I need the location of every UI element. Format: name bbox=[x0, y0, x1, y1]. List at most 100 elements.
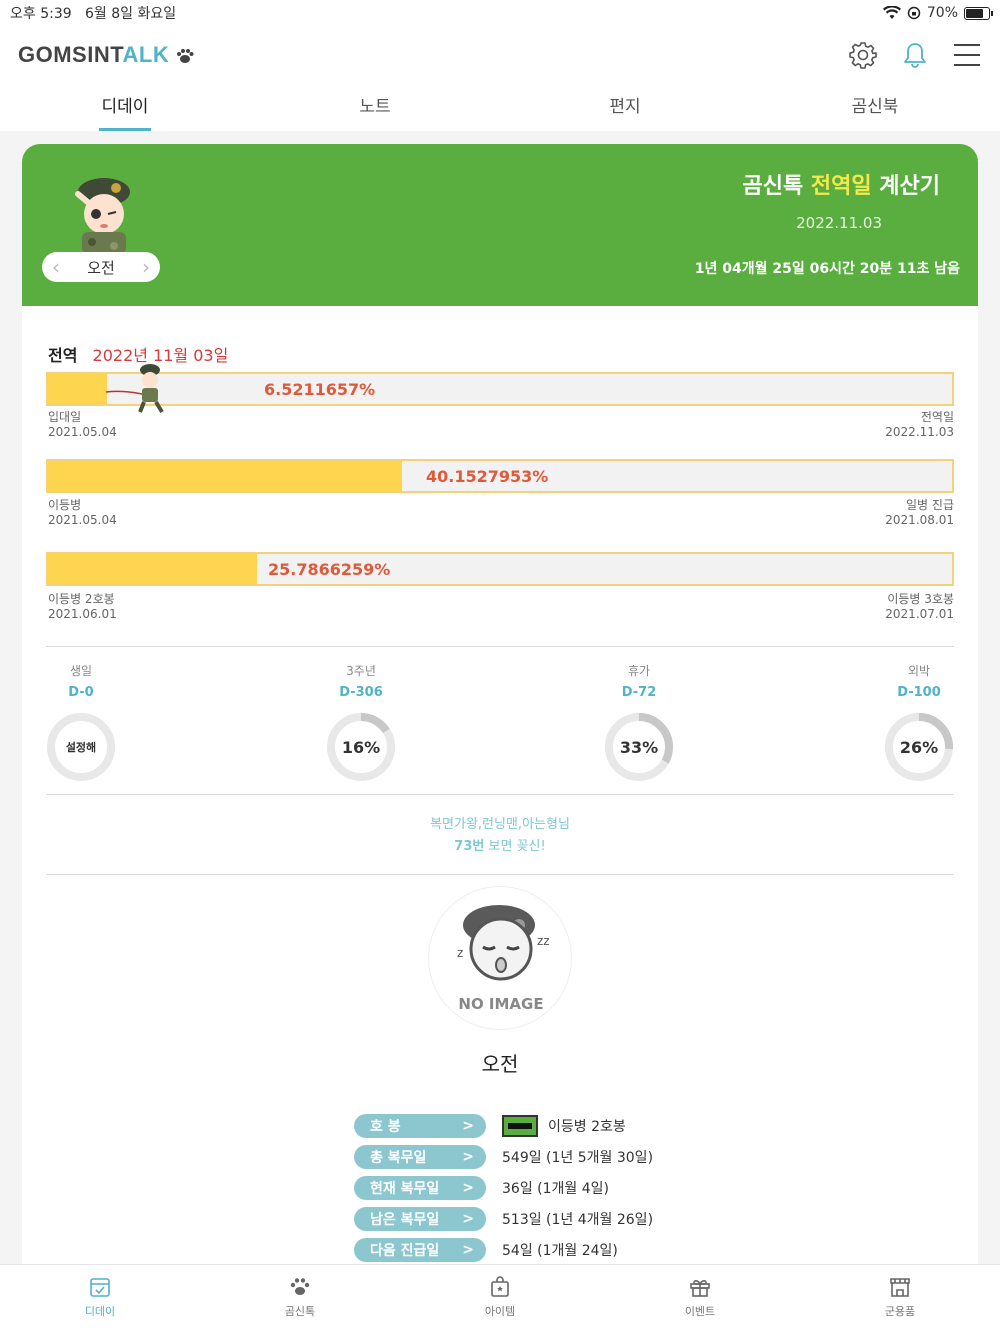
dday-ring: 16% bbox=[326, 712, 396, 782]
profile-image[interactable]: z zz NO IMAGE bbox=[428, 886, 572, 1030]
progress-percent: 25.7866259% bbox=[268, 560, 391, 579]
calendar-check-icon bbox=[90, 1278, 110, 1297]
nav-dday[interactable]: 디데이 bbox=[0, 1265, 200, 1334]
rank-insignia-icon bbox=[502, 1115, 538, 1137]
tab-gomsinbook[interactable]: 곰신북 bbox=[750, 84, 1000, 131]
chevron-right-icon: > bbox=[462, 1242, 474, 1258]
logo-accent-text: ALK bbox=[122, 42, 170, 67]
status-bar: 오후 5:39 6월 8일 화요일 70% bbox=[0, 0, 1000, 26]
bar3-left-label: 이등병 2호봉 bbox=[48, 592, 115, 606]
battery-percent: 70% bbox=[926, 5, 958, 21]
dday-birthday[interactable]: 생일 D-0 설정해 bbox=[36, 662, 126, 782]
store-icon bbox=[890, 1278, 910, 1297]
chevron-left-icon[interactable]: ‹ bbox=[52, 257, 60, 277]
dday-overnight[interactable]: 외박 D-100 26% bbox=[874, 662, 964, 782]
info-next-promotion-button[interactable]: 다음 진급일 > bbox=[354, 1238, 486, 1262]
bar2-right-date: 2021.08.01 bbox=[885, 513, 954, 527]
info-value-text: 54일 (1개월 24일) bbox=[502, 1243, 618, 1259]
sleeping-soldier-icon: z zz NO IMAGE bbox=[457, 905, 550, 1013]
bar3-right-label: 이등병 3호봉 bbox=[887, 592, 954, 606]
quote-count: 73번 bbox=[454, 839, 485, 854]
status-left: 오후 5:39 6월 8일 화요일 bbox=[10, 3, 176, 23]
progress-fill bbox=[48, 374, 107, 404]
dday-count: D-72 bbox=[621, 685, 657, 700]
info-value: 36일 (1개월 4일) bbox=[502, 1178, 609, 1198]
info-remaining-days-button[interactable]: 남은 복무일 > bbox=[354, 1207, 486, 1231]
orientation-lock-icon bbox=[907, 6, 921, 20]
battery-icon bbox=[964, 6, 993, 20]
chevron-right-icon: > bbox=[462, 1118, 474, 1134]
bar2-right-label: 일병 진급 bbox=[906, 498, 954, 512]
dday-anniversary[interactable]: 3주년 D-306 16% bbox=[316, 662, 406, 782]
notification-button[interactable] bbox=[900, 40, 930, 70]
quote-rest: 보면 꽂신! bbox=[484, 839, 546, 854]
nav-label: 아이템 bbox=[484, 1305, 516, 1318]
title-highlight: 전역일 bbox=[810, 174, 872, 199]
info-label: 다음 진급일 bbox=[370, 1243, 440, 1259]
dday-vacation[interactable]: 휴가 D-72 33% bbox=[594, 662, 684, 782]
no-image-text: NO IMAGE bbox=[458, 995, 543, 1013]
divider bbox=[46, 646, 954, 647]
menu-button[interactable] bbox=[952, 40, 982, 70]
info-label: 호 봉 bbox=[370, 1119, 401, 1135]
dday-ring: 설정해 bbox=[46, 712, 116, 782]
bar3-left-caption: 이등병 2호봉 2021.06.01 bbox=[48, 592, 117, 622]
svg-text:z: z bbox=[457, 946, 463, 960]
nav-gomsintalk[interactable]: 곰신톡 bbox=[200, 1265, 400, 1334]
top-tabs: 디데이 노트 편지 곰신북 bbox=[0, 84, 1000, 131]
dday-title: 3주년 bbox=[346, 664, 376, 678]
motivation-text: 복면가왕,런닝맨,아는형님 73번 보면 꽂신! bbox=[46, 814, 954, 858]
nav-military-goods[interactable]: 군용품 bbox=[800, 1265, 1000, 1334]
logo-text: GOMSINT bbox=[18, 42, 123, 67]
progress-percent: 6.5211657% bbox=[264, 380, 376, 399]
nav-label: 이벤트 bbox=[684, 1305, 716, 1318]
dday-ring: 33% bbox=[604, 712, 674, 782]
info-grade-button[interactable]: 호 봉 > bbox=[354, 1114, 486, 1138]
dday-ring-label: 33% bbox=[619, 737, 659, 757]
info-row: 현재 복무일 > 36일 (1개월 4일) bbox=[354, 1176, 609, 1200]
calculator-banner: ‹ 오전 › 곰신톡 전역일 계산기 2022.11.03 1년 04개월 25… bbox=[22, 144, 978, 306]
info-row: 남은 복무일 > 513일 (1년 4개월 26일) bbox=[354, 1207, 653, 1231]
bar2-right-caption: 일병 진급 2021.08.01 bbox=[885, 498, 954, 528]
status-date: 6월 8일 화요일 bbox=[85, 6, 177, 22]
info-value-text: 36일 (1개월 4일) bbox=[502, 1181, 609, 1197]
tab-note[interactable]: 노트 bbox=[250, 84, 500, 131]
quote-line2: 73번 보면 꽂신! bbox=[46, 836, 954, 858]
dday-ring-label: 16% bbox=[341, 737, 381, 757]
progress-percent: 40.1527953% bbox=[426, 467, 549, 486]
info-total-days-button[interactable]: 총 복무일 > bbox=[354, 1145, 486, 1169]
name-selector[interactable]: ‹ 오전 › bbox=[42, 252, 160, 282]
nav-label: 디데이 bbox=[84, 1305, 116, 1318]
nav-items[interactable]: 아이템 bbox=[400, 1265, 600, 1334]
dday-count: D-100 bbox=[897, 685, 941, 700]
discharge-label: 전역 bbox=[48, 346, 78, 365]
remaining-time: 1년 04개월 25일 06시간 20분 11초 남음 bbox=[694, 261, 960, 277]
nav-events[interactable]: 이벤트 bbox=[600, 1265, 800, 1334]
bar2-left-date: 2021.05.04 bbox=[48, 513, 117, 527]
dday-title: 생일 bbox=[69, 664, 93, 678]
info-current-days-button[interactable]: 현재 복무일 > bbox=[354, 1176, 486, 1200]
info-row: 총 복무일 > 549일 (1년 5개월 30일) bbox=[354, 1145, 653, 1169]
paw-icon bbox=[176, 49, 194, 64]
gear-icon bbox=[849, 42, 877, 69]
bar1-right-caption: 전역일 2022.11.03 bbox=[885, 410, 954, 440]
info-value: 549일 (1년 5개월 30일) bbox=[502, 1147, 653, 1167]
bar3-right-date: 2021.07.01 bbox=[885, 607, 954, 621]
bell-icon bbox=[904, 43, 926, 68]
chevron-right-icon[interactable]: › bbox=[142, 257, 150, 277]
tab-letter[interactable]: 편지 bbox=[500, 84, 750, 131]
selected-name: 오전 bbox=[87, 258, 115, 277]
settings-button[interactable] bbox=[848, 40, 878, 70]
tab-dday[interactable]: 디데이 bbox=[0, 84, 250, 131]
info-label: 남은 복무일 bbox=[370, 1212, 440, 1228]
bar2-left-label: 이등병 bbox=[48, 498, 82, 512]
soldier-crawling-icon bbox=[105, 364, 164, 414]
calculator-title: 곰신톡 전역일 계산기 bbox=[742, 168, 940, 200]
app-logo[interactable]: GOMSINTALK bbox=[18, 42, 194, 68]
paw-icon bbox=[290, 1278, 310, 1295]
info-value-text: 513일 (1년 4개월 26일) bbox=[502, 1212, 654, 1228]
discharge-date: 2022.11.03 bbox=[796, 214, 882, 232]
info-label: 현재 복무일 bbox=[370, 1181, 440, 1197]
nav-label: 곰신톡 bbox=[284, 1305, 316, 1318]
chevron-right-icon: > bbox=[462, 1180, 474, 1196]
